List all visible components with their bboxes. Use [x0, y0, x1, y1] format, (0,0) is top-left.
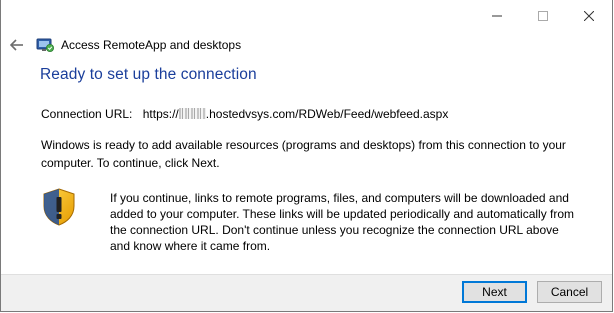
- maximize-icon[interactable]: [520, 0, 566, 31]
- close-icon[interactable]: [566, 0, 612, 31]
- page-heading: Ready to set up the connection: [40, 66, 257, 83]
- app-title: Access RemoteApp and desktops: [61, 38, 242, 52]
- remoteapp-icon: [36, 37, 54, 53]
- title-bar: [1, 0, 612, 31]
- connection-url-value: https:// .hostedvsys.com/RDWeb/Feed/webfe…: [143, 107, 449, 121]
- connection-url-suffix: .hostedvsys.com/RDWeb/Feed/webfeed.aspx: [205, 107, 449, 121]
- connection-url-prefix: https://: [142, 107, 179, 121]
- back-arrow-icon[interactable]: [7, 35, 27, 55]
- dialog-window: Access RemoteApp and desktops Ready to s…: [0, 0, 613, 312]
- connection-url-row: Connection URL: https:// .hostedvsys.com/…: [41, 107, 448, 121]
- shield-warning-icon: [41, 188, 77, 226]
- description-text: Windows is ready to add available resour…: [41, 138, 566, 170]
- window-controls: [474, 0, 612, 31]
- cancel-button[interactable]: Cancel: [537, 281, 602, 303]
- connection-url-label: Connection URL:: [41, 107, 133, 121]
- warning-text: If you continue, links to remote program…: [110, 191, 575, 253]
- minimize-icon[interactable]: [474, 0, 520, 31]
- navigation-row: Access RemoteApp and desktops: [1, 31, 612, 59]
- redacted-hostname: [178, 108, 206, 119]
- next-button[interactable]: Next: [462, 281, 527, 303]
